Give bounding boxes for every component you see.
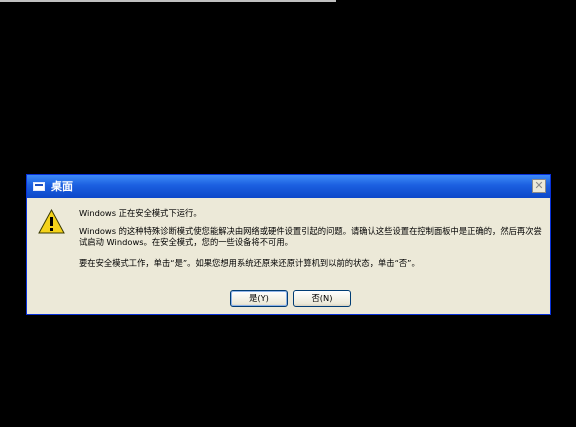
close-icon[interactable]: ✕ [532,179,546,193]
top-edge-strip [0,0,336,2]
message-line-3: 要在安全模式工作，单击“是”。如果您想用系统还原来还原计算机到以前的状态，单击“… [79,258,420,268]
message-line-2: Windows 的这种特殊诊断模式使您能解决由网络或硬件设置引起的问题。请确认这… [79,226,542,247]
window-icon [33,182,45,191]
warning-icon [38,209,65,234]
dialog-titlebar[interactable]: 桌面 ✕ [27,175,550,198]
no-button[interactable]: 否(N) [293,290,351,307]
dialog-title: 桌面 [51,180,73,193]
desktop-screen: 桌面 ✕ Windows 正在安全模式下运行。 Windows 的这种特殊诊断模… [0,0,576,427]
message-line-1: Windows 正在安全模式下运行。 [79,208,202,218]
yes-button[interactable]: 是(Y) [230,290,288,307]
safe-mode-dialog: 桌面 ✕ Windows 正在安全模式下运行。 Windows 的这种特殊诊断模… [26,174,551,315]
